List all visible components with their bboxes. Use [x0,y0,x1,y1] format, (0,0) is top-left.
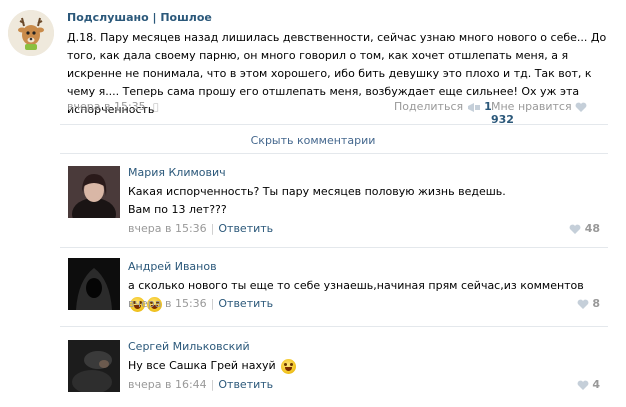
avatar[interactable] [68,340,120,392]
post: Подслушано | Пошлое Д.18. Пару месяцев н… [0,0,626,126]
comment-text-line: Ну все Сашка Грей нахуй [128,359,276,372]
separator: | [210,222,215,235]
comment-like-count: 48 [584,222,600,235]
comment-text: Какая испорченность? Ты пару месяцев пол… [128,183,588,219]
heart-icon [577,380,588,390]
post-meta: вчера в 15:35  Поделиться 1 Мне нравитс… [67,100,605,126]
comment-text-line: а сколько нового ты еще то себе узнаешь,… [128,279,584,292]
comment-time[interactable]: вчера в 16:44 [128,378,207,391]
comment-author[interactable]: Мария Климович [128,166,226,179]
comment-text: Ну все Сашка Грей нахуй [128,357,588,375]
comment-time[interactable]: вчера в 15:36 [128,297,207,310]
reply-button[interactable]: Ответить [218,297,273,310]
comment-author[interactable]: Андрей Иванов [128,260,217,273]
divider [60,124,608,125]
post-time[interactable]: вчера в 15:35 [67,100,146,113]
divider [60,153,608,154]
group-name[interactable]: Подслушано | Пошлое [67,11,212,24]
comment-like-button[interactable]: 8 [577,297,600,310]
grinning-emoji-icon [281,358,297,374]
comment-like-count: 8 [592,297,600,310]
like-label: Мне нравится [491,100,572,113]
heart-icon [577,299,588,309]
divider [60,326,608,327]
comment: Андрей Иванов а сколько нового ты еще то… [60,252,608,322]
separator: | [210,378,215,391]
like-button[interactable]: Мне нравится 932 [491,100,605,126]
comment-author[interactable]: Сергей Мильковский [128,340,250,353]
user-photo-icon [68,166,120,218]
group-avatar[interactable] [8,10,54,56]
user-photo-icon [68,340,120,392]
avatar[interactable] [68,166,120,218]
comment: Мария Климович Какая испорченность? Ты п… [60,158,608,246]
comment-like-button[interactable]: 4 [577,378,600,391]
reply-button[interactable]: Ответить [218,222,273,235]
comment-meta: вчера в 15:36 | Ответить [128,297,273,310]
comment-meta: вчера в 15:36 | Ответить [128,222,273,235]
comment-time[interactable]: вчера в 15:36 [128,222,207,235]
comment: Сергей Мильковский Ну все Сашка Грей нах… [60,332,608,404]
divider [60,247,608,248]
separator: | [210,297,215,310]
apple-icon:  [153,103,158,113]
comment-like-button[interactable]: 48 [569,222,600,235]
heart-icon [575,102,587,112]
deer-logo-icon [8,10,54,56]
comment-like-count: 4 [592,378,600,391]
post-time-group: вчера в 15:35  [67,100,159,113]
comment-text-line: Вам по 13 лет??? [128,203,227,216]
comment-meta: вчера в 16:44 | Ответить [128,378,273,391]
comment-text-line: Какая испорченность? Ты пару месяцев пол… [128,185,506,198]
heart-icon [569,224,581,234]
hooded-figure-icon [68,258,120,310]
avatar[interactable] [68,258,120,310]
share-button[interactable]: Поделиться 1 [394,100,492,113]
share-label: Поделиться [394,100,464,113]
hide-comments-link[interactable]: Скрыть комментарии [0,134,626,147]
reply-button[interactable]: Ответить [218,378,273,391]
megaphone-icon [467,102,480,112]
